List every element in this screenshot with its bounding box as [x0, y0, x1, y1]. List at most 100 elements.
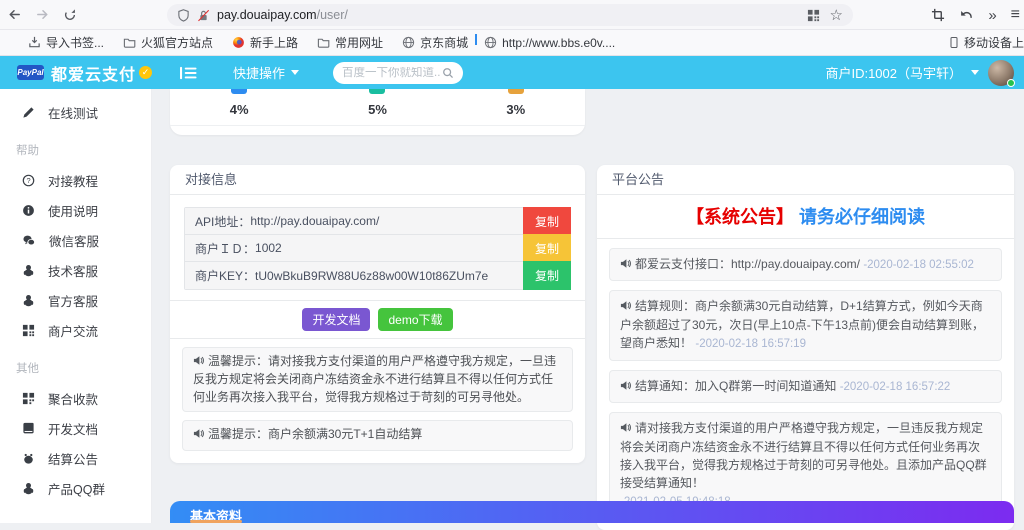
copy-merchant-key-button[interactable]: 复制 [523, 261, 571, 290]
announcements-card: 平台公告 【系统公告】 请务必仔细阅读 都爱云支付接口：http://pay.d… [597, 165, 1014, 530]
folder-icon [317, 36, 330, 49]
warm-tip-1: 温馨提示：请对接我方支付渠道的用户严格遵守我方规定，一旦违反我方规定将会关闭商户… [182, 347, 573, 412]
sidebar-item-settlement-notice[interactable]: 结算公告 [0, 443, 151, 473]
forward-button[interactable] [28, 7, 56, 22]
qr-icon [22, 324, 35, 337]
screenshot-icon[interactable] [931, 8, 945, 22]
speaker-icon [620, 298, 631, 316]
qr-icon [22, 392, 35, 405]
announcement-item: 结算通知：加入Q群第一时间知道通知 -2020-02-18 16:57:22 [609, 370, 1002, 403]
list-icon [180, 66, 197, 80]
demo-download-button[interactable]: demo下载 [378, 308, 452, 331]
announcement-timestamp: -2020-02-18 02:55:02 [863, 259, 974, 271]
bookmark-jd[interactable]: 京东商城 [402, 34, 468, 51]
copy-merchant-id-button[interactable]: 复制 [523, 234, 571, 262]
brand-logo: PayPal [17, 65, 44, 80]
app-header: PayPal 都爱云支付 ✓ 快捷操作 商户ID:1002（马宇轩） [0, 56, 1024, 89]
browser-toolbar: pay.douaipay.com/user/ ☆ » ≡ [0, 0, 1024, 30]
merchant-key-row: 商户KEY：tU0wBkuB9RW88U6z88w00W10t86ZUm7e 复… [185, 262, 570, 289]
rate-icon [369, 89, 385, 94]
avatar[interactable] [988, 60, 1014, 86]
question-icon: ? [22, 174, 35, 187]
speaker-icon [620, 378, 631, 396]
announcement-item: 结算规则：商户余额满30元自动结算，D+1结算方式，例如今天商户余额超过了30元… [609, 290, 1002, 360]
phone-icon [948, 36, 960, 49]
integration-card: 对接信息 API地址：http://pay.douaipay.com/ 复制 商… [170, 165, 585, 463]
sidebar-item-tech-support[interactable]: 技术客服 [0, 255, 151, 285]
lock-broken-icon [197, 9, 210, 22]
shield-icon [177, 9, 190, 22]
speaker-icon [193, 354, 204, 371]
bookmark-folder-common[interactable]: 常用网址 [317, 34, 383, 51]
url-host: pay.douaipay.com [217, 8, 317, 22]
sidebar-item-aggregate-collection[interactable]: 聚合收款 [0, 383, 151, 413]
rate-icon [508, 89, 524, 94]
back-button[interactable] [0, 7, 28, 22]
sidebar-section-help: 帮助 [0, 127, 151, 165]
qr-scan-icon[interactable] [807, 9, 820, 22]
sidebar-item-wechat-support[interactable]: 微信客服 [0, 225, 151, 255]
svg-text:?: ? [26, 176, 30, 185]
sidebar-item-product-qq-group[interactable]: 产品QQ群 [0, 473, 151, 503]
sidebar-item-docking-tutorial[interactable]: ? 对接教程 [0, 165, 151, 195]
qq-icon [22, 294, 35, 307]
basic-info-tab-bar: 基本资料 [170, 501, 1014, 523]
url-path: /user/ [317, 8, 348, 22]
copy-api-url-button[interactable]: 复制 [523, 207, 571, 235]
undo-icon[interactable] [959, 9, 974, 22]
pencil-icon [22, 106, 35, 119]
chevron-down-icon [291, 70, 299, 75]
speaker-icon [620, 256, 631, 274]
info-icon [22, 204, 35, 217]
brand-title: 都爱云支付 [51, 61, 136, 85]
sidebar-item-merchant-exchange[interactable]: 商户交流 [0, 315, 151, 345]
import-icon [28, 36, 41, 49]
announcements-card-title: 平台公告 [597, 165, 1014, 195]
announcement-timestamp: -2020-02-18 16:57:22 [840, 381, 951, 393]
reload-button[interactable] [56, 8, 84, 22]
bookmark-getting-started[interactable]: 新手上路 [232, 34, 298, 51]
merchant-id-row: 商户ＩＤ：1002 复制 [185, 235, 570, 262]
quick-actions-menu[interactable]: 快捷操作 [233, 63, 299, 82]
bookmarks-bar: 导入书签... 火狐官方站点 新手上路 常用网址 京东商城 http://www… [0, 30, 1024, 56]
wechat-icon [22, 234, 36, 247]
api-url-row: API地址：http://pay.douaipay.com/ 复制 [185, 208, 570, 235]
bookmark-folder-firefox[interactable]: 火狐官方站点 [123, 34, 213, 51]
search-input[interactable] [342, 67, 442, 79]
bookmark-import[interactable]: 导入书签... [28, 34, 104, 51]
verified-badge-icon: ✓ [139, 66, 152, 79]
collapse-sidebar-button[interactable] [180, 66, 197, 80]
integration-card-title: 对接信息 [170, 165, 585, 195]
drop-indicator [475, 34, 477, 45]
rate-value: 3% [506, 102, 525, 117]
sidebar: 在线测试 帮助 ? 对接教程 使用说明 微信客服 技术客服 官方客服 商户交流 … [0, 89, 152, 523]
overflow-chevron-icon[interactable]: » [988, 8, 996, 23]
sidebar-item-dev-docs[interactable]: 开发文档 [0, 413, 151, 443]
sidebar-item-instructions[interactable]: 使用说明 [0, 195, 151, 225]
dev-docs-button[interactable]: 开发文档 [302, 308, 370, 331]
bookmark-mobile[interactable]: 移动设备上的书签 [948, 34, 1024, 51]
url-bar[interactable]: pay.douaipay.com/user/ ☆ [167, 4, 853, 26]
search-box[interactable] [333, 62, 463, 84]
menu-icon[interactable]: ≡ [1011, 7, 1020, 23]
warm-tip-2: 温馨提示：商户余额满30元T+1自动结算 [182, 420, 573, 450]
speaker-icon [193, 427, 204, 444]
integration-rows: API地址：http://pay.douaipay.com/ 复制 商户ＩＤ：1… [184, 207, 571, 290]
bookmark-bbs[interactable]: http://www.bbs.e0v.... [484, 36, 615, 50]
sidebar-section-other: 其他 [0, 345, 151, 383]
bot-icon [22, 452, 35, 465]
book-icon [22, 422, 35, 435]
folder-icon [123, 36, 136, 49]
online-status-dot [1007, 79, 1015, 87]
system-notice-headline: 【系统公告】 请务必仔细阅读 [597, 195, 1014, 239]
back-icon [7, 7, 22, 22]
globe-icon [402, 36, 415, 49]
rate-value: 4% [230, 102, 249, 117]
sidebar-item-official-support[interactable]: 官方客服 [0, 285, 151, 315]
sidebar-item-online-test[interactable]: 在线测试 [0, 97, 151, 127]
reload-icon [63, 8, 77, 22]
speaker-icon [620, 420, 631, 438]
announcement-item: 都爱云支付接口：http://pay.douaipay.com/ -2020-0… [609, 248, 1002, 281]
bookmark-star-icon[interactable]: ☆ [830, 8, 843, 23]
chevron-down-icon[interactable] [971, 70, 979, 75]
